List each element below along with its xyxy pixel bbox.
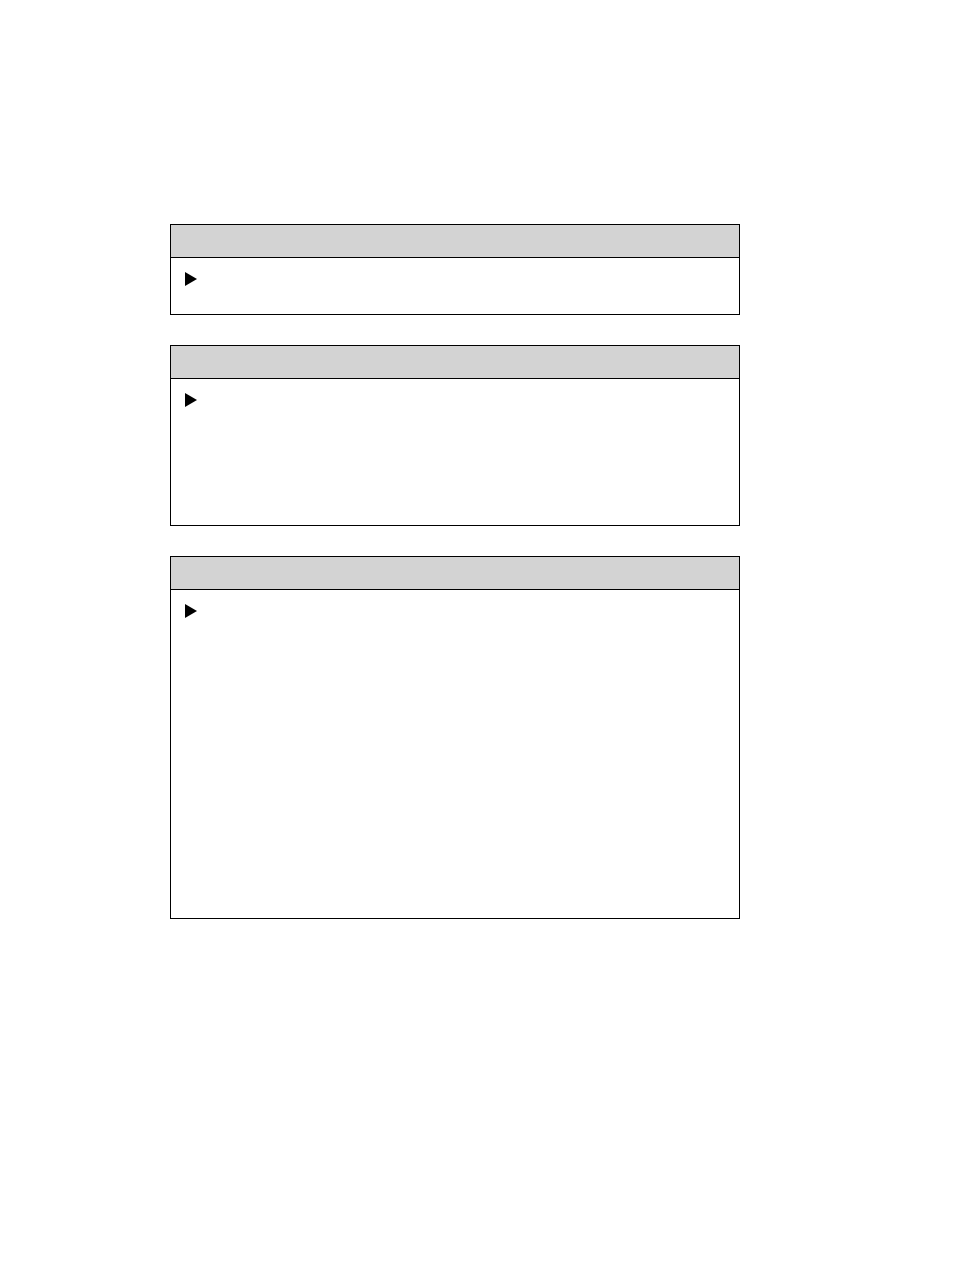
panel-2	[170, 345, 740, 526]
panel-1	[170, 224, 740, 315]
panel-2-row	[185, 389, 725, 407]
play-triangle-icon	[185, 604, 197, 618]
play-triangle-icon	[185, 272, 197, 286]
panel-1-header	[171, 225, 739, 258]
panel-3-body	[171, 590, 739, 918]
panel-2-header	[171, 346, 739, 379]
page-content	[170, 224, 740, 949]
play-triangle-icon	[185, 393, 197, 407]
panel-3	[170, 556, 740, 919]
panel-1-body	[171, 258, 739, 314]
panel-3-header	[171, 557, 739, 590]
panel-3-row	[185, 600, 725, 618]
panel-2-body	[171, 379, 739, 525]
panel-1-row	[185, 268, 725, 286]
